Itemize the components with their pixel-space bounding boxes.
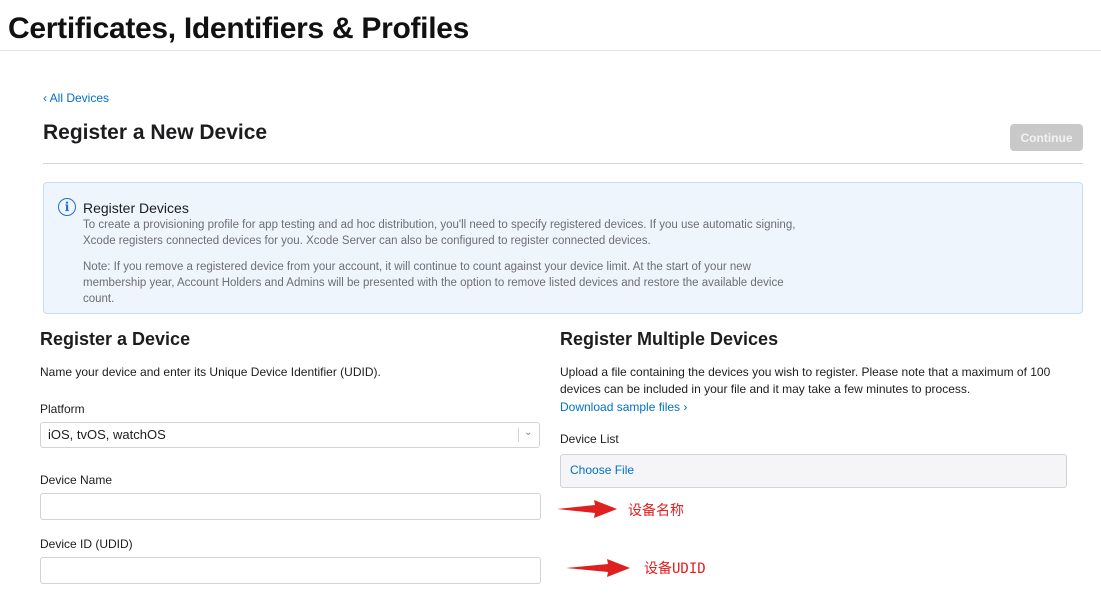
- device-list-label: Device List: [560, 432, 619, 446]
- device-list-file-picker[interactable]: [560, 454, 1067, 488]
- info-paragraph: To create a provisioning profile for app…: [83, 219, 796, 247]
- register-device-title: Register a Device: [40, 329, 191, 349]
- device-name-input[interactable]: [40, 493, 541, 520]
- section-divider: [43, 163, 1083, 164]
- choose-file-button[interactable]: Choose File: [570, 463, 634, 477]
- device-name-annotation: 设备名称: [628, 503, 684, 519]
- device-id-input[interactable]: [40, 557, 541, 584]
- select-divider: [518, 428, 519, 442]
- page-title: Certificates, Identifiers & Profiles: [8, 12, 470, 45]
- register-multiple-description: Upload a file containing the devices you…: [560, 365, 1051, 396]
- info-circle-icon: i: [58, 198, 76, 216]
- all-devices-back-link[interactable]: ‹ All Devices: [43, 91, 109, 105]
- section-title: Register a New Device: [43, 121, 268, 144]
- device-name-label: Device Name: [40, 473, 113, 487]
- continue-button[interactable]: Continue: [1010, 124, 1083, 151]
- chevron-down-icon[interactable]: ⌄: [524, 427, 532, 438]
- download-sample-files-link[interactable]: Download sample files ›: [560, 400, 687, 414]
- platform-select-value[interactable]: iOS, tvOS, watchOS: [48, 427, 166, 442]
- platform-label: Platform: [40, 402, 85, 416]
- header-divider: [0, 50, 1101, 51]
- red-arrow-icon: [566, 559, 630, 577]
- register-device-description: Name your device and enter its Unique De…: [40, 365, 381, 379]
- device-id-label: Device ID (UDID): [40, 537, 133, 551]
- register-multiple-title: Register Multiple Devices: [560, 329, 779, 349]
- info-note: Note: If you remove a registered device …: [83, 261, 784, 305]
- red-arrow-icon: [557, 500, 617, 518]
- udid-annotation: 设备UDID: [644, 561, 706, 577]
- info-title: Register Devices: [83, 200, 189, 216]
